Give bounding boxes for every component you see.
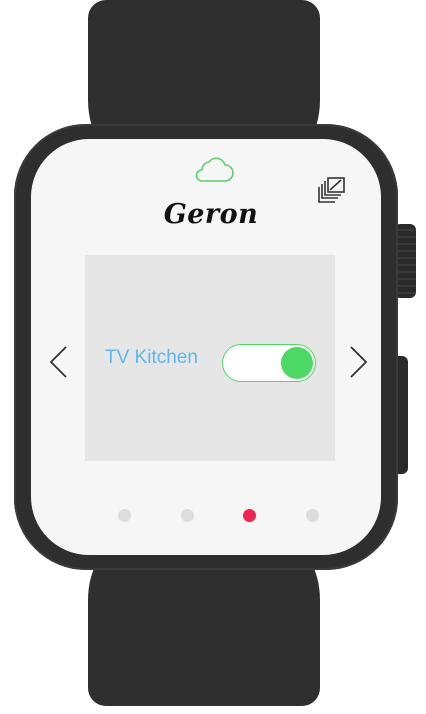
page-dot[interactable] — [306, 509, 319, 522]
watch-screen: Geron TV Kitchen — [31, 139, 381, 555]
chevron-right-icon[interactable] — [347, 345, 369, 379]
device-card: TV Kitchen — [85, 255, 335, 461]
page-dot[interactable] — [181, 509, 194, 522]
page-dot-active[interactable] — [243, 509, 256, 522]
toggle-knob — [281, 347, 313, 379]
digital-crown — [396, 224, 416, 298]
cloud-icon — [195, 157, 234, 182]
page-dot[interactable] — [118, 509, 131, 522]
device-label: TV Kitchen — [105, 347, 198, 368]
app-title: Geron — [163, 199, 259, 230]
page-indicator — [31, 509, 381, 523]
watch-mockup: Geron TV Kitchen — [0, 0, 426, 714]
device-power-toggle[interactable] — [222, 344, 316, 382]
chevron-left-icon[interactable] — [48, 345, 70, 379]
